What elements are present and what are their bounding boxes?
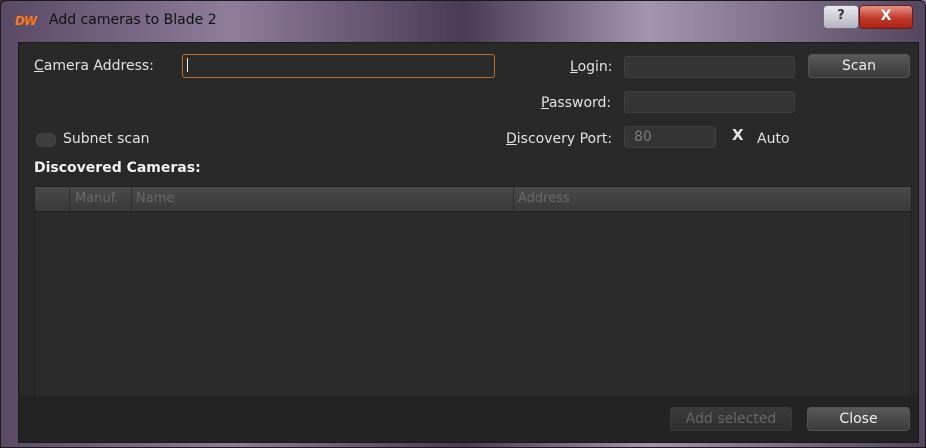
password-label: Password: [541, 95, 612, 111]
add-selected-button[interactable]: Add selected [670, 407, 792, 431]
camera-address-input[interactable] [182, 54, 495, 78]
subnet-scan-label: Subnet scan [63, 131, 150, 147]
help-button[interactable]: ? [823, 5, 859, 29]
dialog-window: DW Add cameras to Blade 2 ? X Camera Add… [0, 0, 926, 448]
auto-checkbox[interactable]: X [732, 127, 744, 143]
column-separator [513, 187, 514, 211]
column-separator [69, 187, 70, 211]
text-caret [187, 58, 188, 72]
discovery-port-label: Discovery Port: [506, 131, 613, 147]
column-header-address[interactable]: Address [518, 190, 570, 208]
column-header-name[interactable]: Name [136, 190, 174, 208]
discovery-port-input[interactable]: 80 [624, 126, 716, 148]
login-label: Login: [570, 59, 613, 75]
auto-label: Auto [757, 131, 790, 147]
scan-button[interactable]: Scan [808, 54, 910, 78]
camera-address-label: Camera Address: [34, 58, 154, 74]
table-header: Manuf. Name Address [35, 187, 911, 212]
discovered-cameras-table[interactable]: Manuf. Name Address [34, 186, 912, 398]
app-logo-icon: DW [15, 14, 37, 28]
subnet-scan-toggle[interactable] [36, 133, 56, 147]
title-bar[interactable]: DW Add cameras to Blade 2 ? X [1, 1, 926, 41]
dialog-content: Camera Address: Login: Scan Password: Su… [18, 42, 919, 443]
discovered-cameras-title: Discovered Cameras: [34, 160, 201, 176]
column-separator [131, 187, 132, 211]
password-input[interactable] [624, 91, 795, 113]
footer-bar: Add selected Close [19, 396, 918, 442]
column-header-manuf[interactable]: Manuf. [75, 190, 118, 208]
window-title: Add cameras to Blade 2 [49, 12, 217, 28]
close-button[interactable]: Close [807, 407, 910, 431]
window-close-button[interactable]: X [859, 5, 913, 29]
login-input[interactable] [624, 56, 795, 78]
